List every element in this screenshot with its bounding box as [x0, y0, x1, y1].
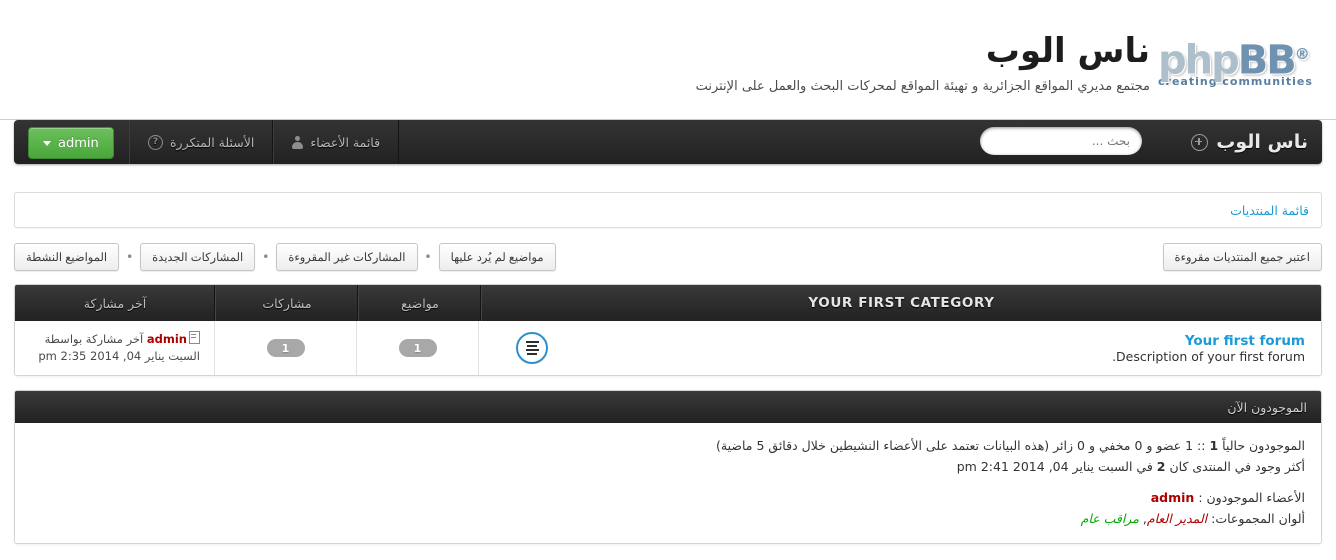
page-root: phpBB® creating communities ناس الوب مجت…	[0, 0, 1336, 544]
goto-last-post-icon[interactable]	[189, 331, 200, 344]
group-legend-line: ألوان المجموعات: المدير العام, مراقب عام	[31, 508, 1305, 529]
site-title[interactable]: ناس الوب	[150, 30, 1150, 72]
online-record-line: أكثر وجود في المنتدى كان 2 في السبت يناي…	[31, 456, 1305, 477]
toolbar-left: اعتبر جميع المنتديات مقروءة	[1162, 243, 1322, 271]
filter-new-posts[interactable]: المشاركات الجديدة	[140, 243, 256, 271]
online-members-line: الأعضاء الموجودون : admin	[31, 487, 1305, 508]
forum-icon-cell	[495, 332, 569, 364]
online-record-prefix: أكثر وجود في المنتدى كان	[1169, 459, 1305, 474]
column-header-topics: مواضيع	[359, 285, 482, 321]
category-title[interactable]: YOUR FIRST CATEGORY	[482, 285, 1321, 321]
content-wrap: قائمة المنتديات اعتبر جميع المنتديات مقر…	[14, 192, 1322, 544]
last-post-prefix: آخر مشاركة بواسطة	[44, 332, 144, 346]
forum-row-text: Your first forum Description of your fir…	[569, 333, 1305, 364]
members-icon	[292, 135, 304, 149]
nav-members-label: قائمة الأعضاء	[310, 134, 381, 150]
forum-read-icon	[516, 332, 548, 364]
search-box[interactable]	[980, 127, 1142, 155]
filter-active-topics[interactable]: المواضيع النشطة	[14, 243, 120, 271]
online-member-admin[interactable]: admin	[1151, 490, 1195, 505]
column-header-last-post: آخر مشاركة	[15, 285, 216, 321]
filter-separator: •	[424, 250, 432, 264]
admin-label: admin	[58, 135, 99, 151]
site-description: مجتمع مديري المواقع الجزائرية و تهيئة ال…	[695, 79, 1150, 94]
cell-last-post: admin آخر مشاركة بواسطة السبت يناير 04, …	[15, 321, 215, 375]
phpbb-logo-text: phpBB®	[1158, 34, 1324, 80]
forum-row-main: Your first forum Description of your fir…	[479, 321, 1321, 375]
mark-all-read-button[interactable]: اعتبر جميع المنتديات مقروءة	[1162, 243, 1322, 271]
forum-list: YOUR FIRST CATEGORY مواضيع مشاركات آخر م…	[14, 284, 1322, 376]
nav-home-link[interactable]: ناس الوب	[1191, 120, 1308, 164]
chevron-down-icon	[43, 140, 51, 146]
filter-separator: •	[126, 250, 134, 264]
user-menu-button[interactable]: admin	[28, 127, 114, 159]
nav-item-members[interactable]: قائمة الأعضاء	[273, 120, 400, 164]
who-is-online-block: الموجودون الآن الموجودون حالياً 1 :: 1 ع…	[14, 390, 1322, 544]
online-record-suffix: في السبت يناير 04, 2014 2:41 pm	[956, 459, 1153, 474]
home-icon	[1191, 133, 1209, 151]
forum-description: Description of your first forum.	[1112, 348, 1305, 364]
online-record-count: 2	[1156, 459, 1166, 474]
group-administrators[interactable]: المدير العام	[1147, 511, 1207, 526]
nav-faq-label: الأسئلة المتكررة	[170, 134, 255, 150]
site-title-block: ناس الوب مجتمع مديري المواقع الجزائرية و…	[150, 30, 1150, 96]
online-stats-line: الموجودون حالياً 1 :: 1 عضو و 0 مخفي و 0…	[31, 435, 1305, 456]
phpbb-logo[interactable]: phpBB® creating communities	[1158, 34, 1324, 90]
breadcrumb-forum-index[interactable]: قائمة المنتديات	[1230, 203, 1309, 218]
topics-count-badge: 1	[398, 339, 437, 357]
site-header: phpBB® creating communities ناس الوب مجت…	[0, 0, 1336, 120]
forum-link[interactable]: Your first forum	[569, 333, 1305, 349]
toolbar-filters: مواضيع لم يُرد عليها • المشاركات غير الم…	[14, 243, 556, 271]
nav-item-faq[interactable]: الأسئلة المتكررة ?	[129, 120, 274, 164]
posts-count-badge: 1	[266, 339, 305, 357]
category-header-row: YOUR FIRST CATEGORY مواضيع مشاركات آخر م…	[15, 285, 1321, 321]
cell-posts-count: 1	[215, 321, 357, 375]
last-post-author[interactable]: admin	[147, 332, 187, 346]
group-global-moderators[interactable]: مراقب عام	[1081, 511, 1139, 526]
column-header-posts: مشاركات	[216, 285, 359, 321]
logo-bb: BB	[1237, 37, 1297, 84]
search-input[interactable]	[980, 128, 1142, 154]
main-navbar: ناس الوب قائمة الأعضاء الأسئلة المتكررة …	[14, 120, 1322, 164]
filter-unread-posts[interactable]: المشاركات غير المقروءة	[276, 243, 418, 271]
online-stats-count: 1	[1209, 438, 1219, 453]
breadcrumb: قائمة المنتديات	[14, 192, 1322, 228]
filter-unanswered-topics[interactable]: مواضيع لم يُرد عليها	[438, 243, 556, 271]
filter-separator: •	[262, 250, 270, 264]
last-post-line1: admin آخر مشاركة بواسطة	[29, 331, 200, 348]
forum-toolbar: اعتبر جميع المنتديات مقروءة مواضيع لم يُ…	[14, 242, 1322, 272]
online-stats-body: :: 1 عضو و 0 مخفي و 0 زائر (هذه البيانات…	[716, 438, 1206, 453]
table-row: Your first forum Description of your fir…	[15, 321, 1321, 375]
nav-home-label: ناس الوب	[1216, 131, 1308, 153]
logo-php: php	[1158, 37, 1240, 84]
faq-icon: ?	[148, 134, 163, 150]
nav-links: قائمة الأعضاء الأسئلة المتكررة ?	[129, 120, 400, 164]
online-stats-prefix: الموجودون حالياً	[1222, 438, 1305, 453]
who-is-online-body: الموجودون حالياً 1 :: 1 عضو و 0 مخفي و 0…	[15, 423, 1321, 543]
group-legend-label: ألوان المجموعات:	[1211, 511, 1305, 526]
last-post-info: admin آخر مشاركة بواسطة السبت يناير 04, …	[15, 331, 214, 365]
online-members-label: الأعضاء الموجودون :	[1198, 490, 1305, 505]
who-is-online-title[interactable]: الموجودون الآن	[15, 391, 1321, 423]
last-post-date: السبت يناير 04, 2014 2:35 pm	[38, 349, 200, 363]
cell-topics-count: 1	[357, 321, 479, 375]
logo-registered-mark: ®	[1294, 45, 1310, 63]
